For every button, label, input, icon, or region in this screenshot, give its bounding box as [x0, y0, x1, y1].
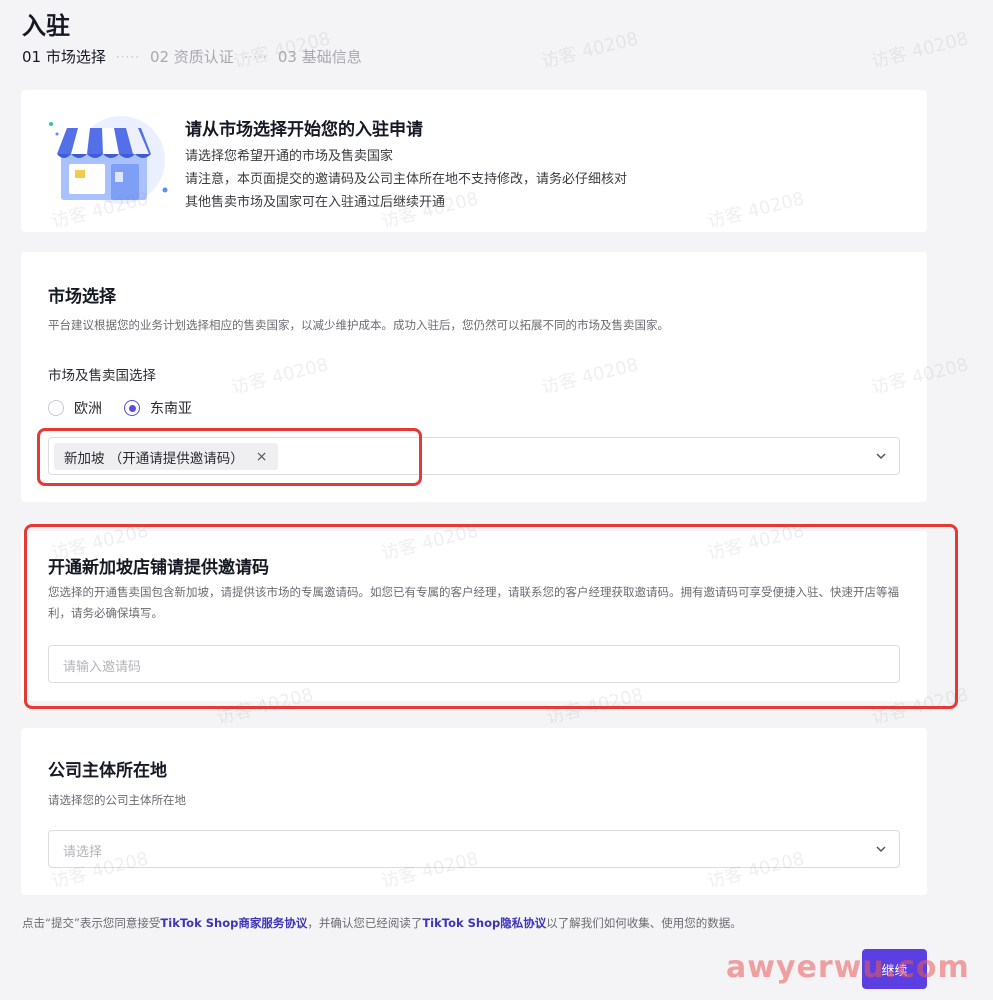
site-watermark: awyerwu.com — [726, 950, 970, 985]
agreement-prefix: 点击“提交”表示您同意接受 — [22, 916, 161, 930]
radio-southeast-asia[interactable]: 东南亚 — [124, 398, 192, 418]
agreement-text: 点击“提交”表示您同意接受TikTok Shop商家服务协议，并确认您已经阅读了… — [22, 915, 742, 931]
company-section-description: 请选择您的公司主体所在地 — [48, 793, 186, 807]
continue-button[interactable]: 继续 — [862, 949, 927, 989]
market-section-title: 市场选择 — [48, 287, 116, 307]
company-location-card: 公司主体所在地 请选择您的公司主体所在地 请选择 — [21, 728, 927, 895]
chevron-down-icon[interactable] — [875, 450, 887, 462]
invite-code-card: 开通新加坡店铺请提供邀请码 您选择的开通售卖国包含新加坡，请提供该市场的专属邀请… — [21, 531, 927, 701]
intro-line: 其他售卖市场及国家可在入驻通过后继续开通 — [185, 195, 446, 210]
page-title: 入驻 — [22, 12, 70, 40]
step-separator: ····· — [243, 49, 268, 64]
radio-checked-icon[interactable] — [124, 400, 140, 416]
market-card: 市场选择 平台建议根据您的业务计划选择相应的售卖国家，以减少维护成本。成功入驻后… — [21, 252, 927, 502]
radio-unchecked-icon[interactable] — [48, 400, 64, 416]
invite-section-description: 您选择的开通售卖国包含新加坡，请提供该市场的专属邀请码。如您已有专属的客户经理，… — [48, 585, 899, 620]
step-3: 03 基础信息 — [277, 48, 362, 66]
agreement-middle: ，并确认您已经阅读了 — [307, 916, 423, 930]
step-2: 02 资质认证 — [149, 48, 234, 66]
intro-line: 请选择您希望开通的市场及售卖国家 — [185, 149, 394, 164]
intro-card: 请从市场选择开始您的入驻申请 请选择您希望开通的市场及售卖国家 请注意，本页面提… — [21, 90, 927, 232]
selected-country-tag: 新加坡 （开通请提供邀请码） × — [54, 443, 278, 470]
step-indicator: 01 市场选择 ····· 02 资质认证 ····· 03 基础信息 — [22, 46, 362, 67]
tag-label: 新加坡 （开通请提供邀请码） — [64, 450, 244, 467]
company-location-select[interactable]: 请选择 — [48, 830, 900, 868]
intro-title: 请从市场选择开始您的入驻申请 — [185, 120, 423, 140]
region-radio-group: 欧洲 东南亚 — [48, 398, 214, 418]
agreement-suffix: 以了解我们如何收集、使用您的数据。 — [546, 916, 742, 930]
visitor-watermark: 访客 40208 — [539, 28, 641, 73]
select-placeholder: 请选择 — [63, 845, 103, 860]
step-1: 01 市场选择 — [22, 48, 106, 66]
radio-label: 欧洲 — [74, 401, 102, 417]
radio-label: 东南亚 — [150, 401, 192, 417]
chevron-down-icon[interactable] — [875, 843, 887, 855]
privacy-policy-link[interactable]: TikTok Shop隐私协议 — [422, 916, 546, 930]
invite-code-input[interactable]: 请输入邀请码 — [48, 645, 900, 683]
visitor-watermark: 访客 40208 — [869, 28, 971, 73]
shop-illustration-icon — [49, 116, 168, 204]
market-field-label: 市场及售卖国选择 — [48, 368, 156, 384]
close-icon[interactable]: × — [256, 449, 268, 465]
market-section-description: 平台建议根据您的业务计划选择相应的售卖国家，以减少维护成本。成功入驻后，您仍然可… — [48, 318, 669, 332]
intro-line: 请注意，本页面提交的邀请码及公司主体所在地不支持修改，请务必仔细核对 — [185, 172, 628, 187]
radio-europe[interactable]: 欧洲 — [48, 398, 102, 418]
company-section-title: 公司主体所在地 — [48, 761, 167, 781]
invite-section-title: 开通新加坡店铺请提供邀请码 — [48, 558, 269, 578]
step-separator: ····· — [115, 49, 140, 64]
merchant-service-agreement-link[interactable]: TikTok Shop商家服务协议 — [160, 916, 307, 930]
country-multi-select[interactable]: 新加坡 （开通请提供邀请码） × — [48, 437, 900, 475]
